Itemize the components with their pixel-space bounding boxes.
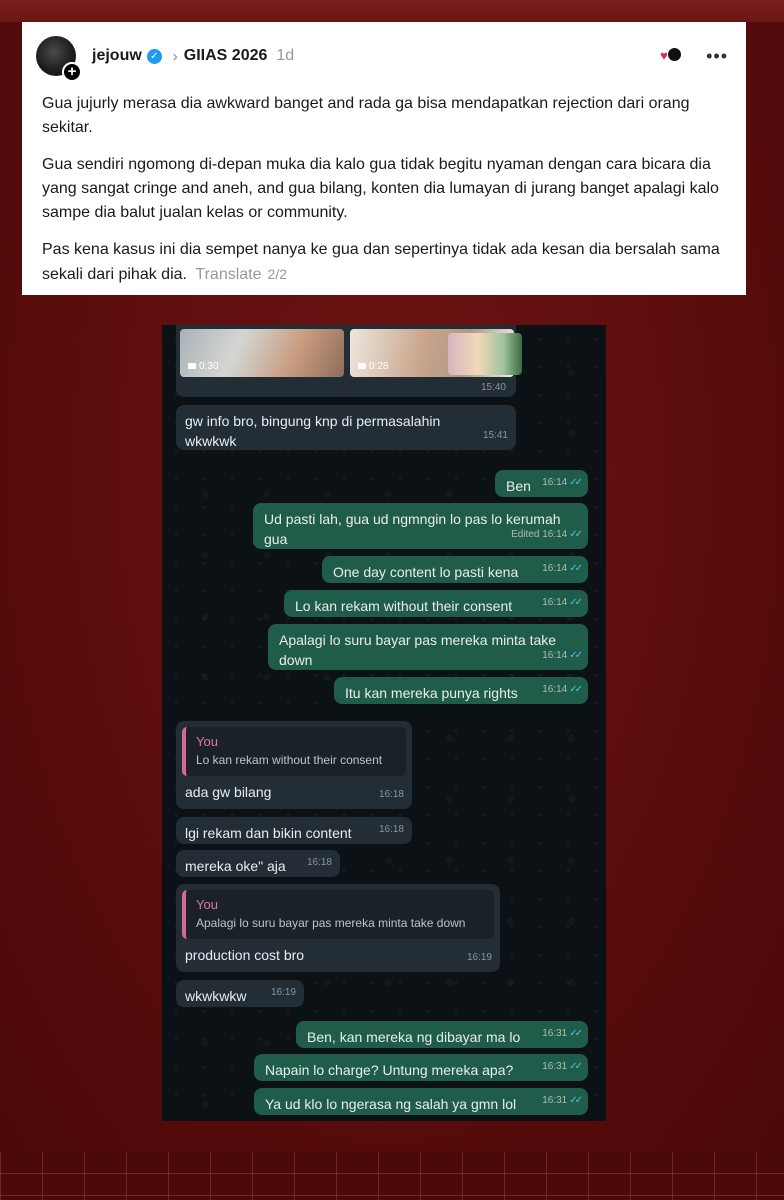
message-time: 16:31 <box>542 1061 568 1072</box>
double-check-icon: ✓✓ <box>569 1061 583 1072</box>
message-status: 16:31 ✓✓ <box>542 1091 583 1111</box>
double-check-icon: ✓✓ <box>569 1028 583 1039</box>
incoming-message[interactable]: mereka oke" aja 16:18 <box>176 850 340 877</box>
video-thumbnail[interactable]: 0:30 <box>180 329 344 377</box>
avatar-plus-icon[interactable]: + <box>62 62 82 82</box>
double-check-icon: ✓✓ <box>569 1095 583 1106</box>
message-status: 16:14 ✓✓ <box>542 559 583 579</box>
message-text: lgi rekam dan bikin content <box>185 825 352 841</box>
message-time: 16:14 <box>542 597 568 608</box>
message-status: 16:14 ✓✓ <box>542 646 583 666</box>
incoming-reply-message[interactable]: You Apalagi lo suru bayar pas mereka min… <box>176 884 500 972</box>
incoming-message[interactable]: wkwkwkw 16:19 <box>176 980 304 1007</box>
double-check-icon: ✓✓ <box>569 597 583 608</box>
background-top-bar <box>0 0 784 22</box>
outgoing-message[interactable]: Ben, kan mereka ng dibayar ma lo 16:31 ✓✓ <box>296 1021 588 1048</box>
video-duration: 0:28 <box>358 361 388 372</box>
outgoing-message[interactable]: Ya ud klo lo ngerasa ng salah ya gmn lol… <box>254 1088 588 1115</box>
post-header-actions: ♥ ••• <box>660 46 728 67</box>
message-text: production cost bro <box>185 947 305 963</box>
outgoing-message[interactable]: Apalagi lo suru bayar pas mereka minta t… <box>268 624 588 670</box>
outgoing-message[interactable]: Lo kan rekam without their consent 16:14… <box>284 590 588 617</box>
message-text: Lo kan rekam without their consent <box>295 598 513 614</box>
reaction-avatars-icon[interactable]: ♥ <box>660 47 684 65</box>
double-check-icon: ✓✓ <box>569 650 583 661</box>
outgoing-message[interactable]: Ben 16:14 ✓✓ <box>495 470 588 497</box>
message-text: gw info bro, bingung knp di permasalahin… <box>185 413 441 449</box>
message-time: 15:40 <box>480 382 506 393</box>
message-time: 16:31 <box>542 1028 568 1039</box>
message-time: 16:19 <box>466 952 492 963</box>
post-paragraph: Gua jujurly merasa dia awkward banget an… <box>42 95 690 136</box>
message-time: 16:31 <box>542 1095 568 1106</box>
incoming-message[interactable]: lgi rekam dan bikin content 16:18 <box>176 817 412 844</box>
message-text: Ya ud klo lo ngerasa ng salah ya gmn lol <box>265 1096 517 1112</box>
video-camera-icon <box>188 363 196 369</box>
double-check-icon: ✓✓ <box>569 477 583 488</box>
message-status: 16:14 ✓✓ <box>542 680 583 700</box>
video-duration: 0:30 <box>188 361 218 372</box>
username[interactable]: jejouw <box>92 47 142 65</box>
threads-post-card: + jejouw ✓ › GIIAS 2026 1d ♥ ••• Gua juj… <box>22 22 746 295</box>
video-camera-icon <box>358 363 366 369</box>
verified-badge-icon: ✓ <box>146 48 162 64</box>
quote-author: You <box>196 897 218 912</box>
topic-tag[interactable]: GIIAS 2026 <box>184 47 268 65</box>
message-status: 16:31 ✓✓ <box>542 1024 583 1044</box>
double-check-icon: ✓✓ <box>569 563 583 574</box>
media-message[interactable]: 0:30 0:28 15:40 <box>176 325 522 397</box>
post-header: + jejouw ✓ › GIIAS 2026 1d ♥ ••• <box>36 32 728 82</box>
background-grid-strip <box>0 1152 784 1200</box>
message-text: Napain lo charge? Untung mereka apa? <box>265 1062 514 1078</box>
message-time: 16:18 <box>378 789 404 800</box>
outgoing-message[interactable]: Ud pasti lah, gua ud ngmngin lo pas lo k… <box>253 503 588 549</box>
quote-author: You <box>196 734 218 749</box>
post-paragraph-text: Pas kena kasus ini dia sempet nanya ke g… <box>42 241 720 283</box>
video-duration-text: 0:30 <box>199 361 219 372</box>
more-options-icon[interactable]: ••• <box>706 46 728 67</box>
message-time: 16:14 <box>542 477 568 488</box>
incoming-message[interactable]: gw info bro, bingung knp di permasalahin… <box>176 405 516 450</box>
post-body: Gua jujurly merasa dia awkward banget an… <box>36 80 728 287</box>
message-time: 16:18 <box>378 824 404 835</box>
message-status: Edited 16:14 ✓✓ <box>511 525 583 545</box>
quote-text: Lo kan rekam without their consent <box>196 753 383 767</box>
message-time: 16:14 <box>542 563 568 574</box>
quoted-message[interactable]: You Lo kan rekam without their consent <box>182 727 406 776</box>
quote-text: Apalagi lo suru bayar pas mereka minta t… <box>196 916 466 930</box>
double-check-icon: ✓✓ <box>569 529 583 540</box>
chevron-right-icon: › <box>172 47 178 65</box>
post-paragraph-last: Pas kena kasus ini dia sempet nanya ke g… <box>42 238 728 287</box>
outgoing-message[interactable]: Napain lo charge? Untung mereka apa? 16:… <box>254 1054 588 1081</box>
message-status: 16:14 ✓✓ <box>542 473 583 493</box>
message-text: Ben, kan mereka ng dibayar ma lo <box>307 1029 521 1045</box>
translate-link[interactable]: Translate <box>195 266 261 283</box>
outgoing-message[interactable]: Itu kan mereka punya rights 16:14 ✓✓ <box>334 677 588 704</box>
double-check-icon: ✓✓ <box>569 684 583 695</box>
message-time: 16:14 <box>542 684 568 695</box>
message-time: 16:18 <box>306 857 332 868</box>
video-duration-text: 0:28 <box>369 361 389 372</box>
page-indicator: 2/2 <box>267 266 287 282</box>
message-text: ada gw bilang <box>185 784 272 800</box>
outgoing-message[interactable]: One day content lo pasti kena 16:14 ✓✓ <box>322 556 588 583</box>
post-paragraph: Gua sendiri ngomong di-depan muka dia ka… <box>42 156 719 221</box>
reactor-avatar <box>667 47 683 62</box>
message-time: 16:19 <box>270 987 296 998</box>
message-status: 16:31 ✓✓ <box>542 1057 583 1077</box>
image-thumbnail[interactable] <box>448 333 522 375</box>
message-status: 16:14 ✓✓ <box>542 593 583 613</box>
message-text: Apalagi lo suru bayar pas mereka minta t… <box>279 632 557 668</box>
post-age: 1d <box>276 47 295 64</box>
incoming-reply-message[interactable]: You Lo kan rekam without their consent a… <box>176 721 412 809</box>
message-time: 15:41 <box>482 430 508 441</box>
quoted-message[interactable]: You Apalagi lo suru bayar pas mereka min… <box>182 890 494 939</box>
message-time: 16:14 <box>542 650 568 661</box>
whatsapp-chat-screenshot: 0:30 0:28 15:40 gw info bro, bingung knp… <box>162 325 606 1121</box>
avatar[interactable]: + <box>36 36 82 82</box>
message-time: Edited 16:14 <box>511 529 568 540</box>
